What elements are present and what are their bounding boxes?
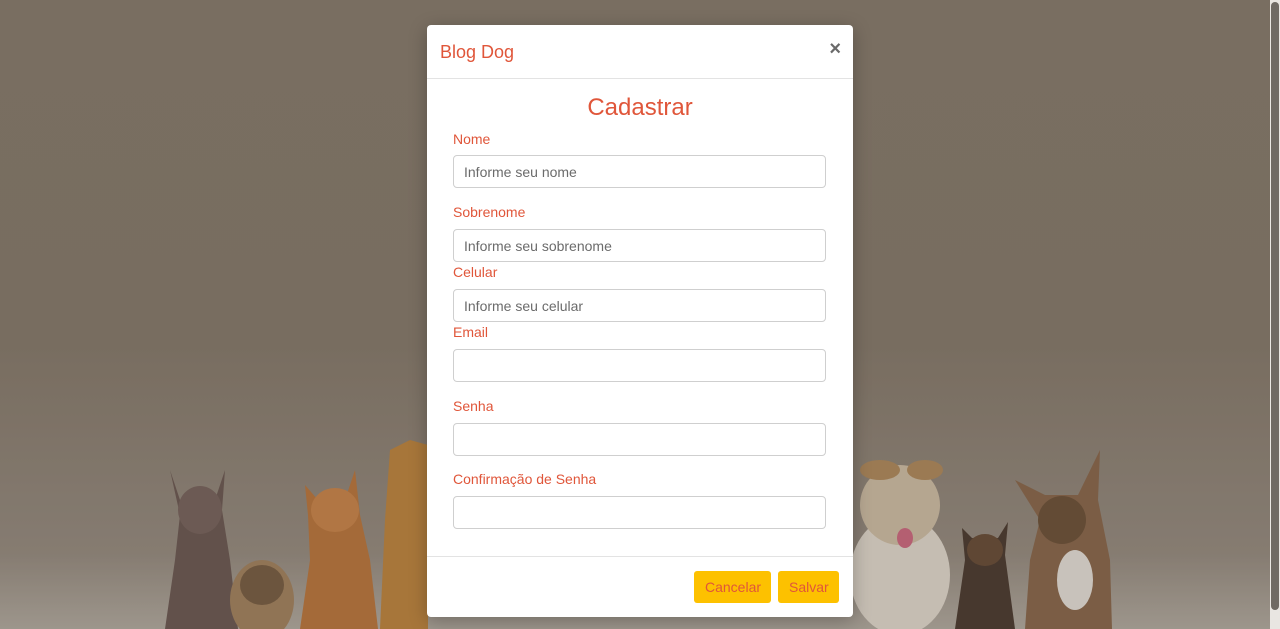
email-label: Email xyxy=(453,324,489,340)
cancel-button[interactable]: Cancelar xyxy=(694,571,771,603)
senha-input[interactable] xyxy=(453,423,826,456)
register-modal: Blog Dog × Cadastrar Nome Sobrenome Celu… xyxy=(427,25,853,617)
form-heading: Cadastrar xyxy=(587,94,693,121)
confirmacao-senha-input[interactable] xyxy=(453,496,826,529)
senha-label: Senha xyxy=(453,398,494,414)
email-input[interactable] xyxy=(453,349,826,382)
page-scrollbar[interactable] xyxy=(1270,0,1280,629)
confirmacao-senha-label: Confirmação de Senha xyxy=(453,471,597,487)
modal-title: Blog Dog xyxy=(440,42,515,62)
nome-input[interactable] xyxy=(453,155,826,188)
modal-header: Blog Dog × xyxy=(427,25,853,79)
celular-label: Celular xyxy=(453,264,498,280)
scrollbar-thumb[interactable] xyxy=(1271,2,1279,610)
modal-footer: Cancelar Salvar xyxy=(427,556,853,617)
celular-input[interactable] xyxy=(453,289,826,322)
close-icon[interactable]: × xyxy=(829,39,841,59)
save-button[interactable]: Salvar xyxy=(778,571,839,603)
modal-body: Cadastrar Nome Sobrenome Celular Email S… xyxy=(427,79,853,556)
sobrenome-label: Sobrenome xyxy=(453,204,526,220)
sobrenome-input[interactable] xyxy=(453,229,826,262)
nome-label: Nome xyxy=(453,131,491,147)
